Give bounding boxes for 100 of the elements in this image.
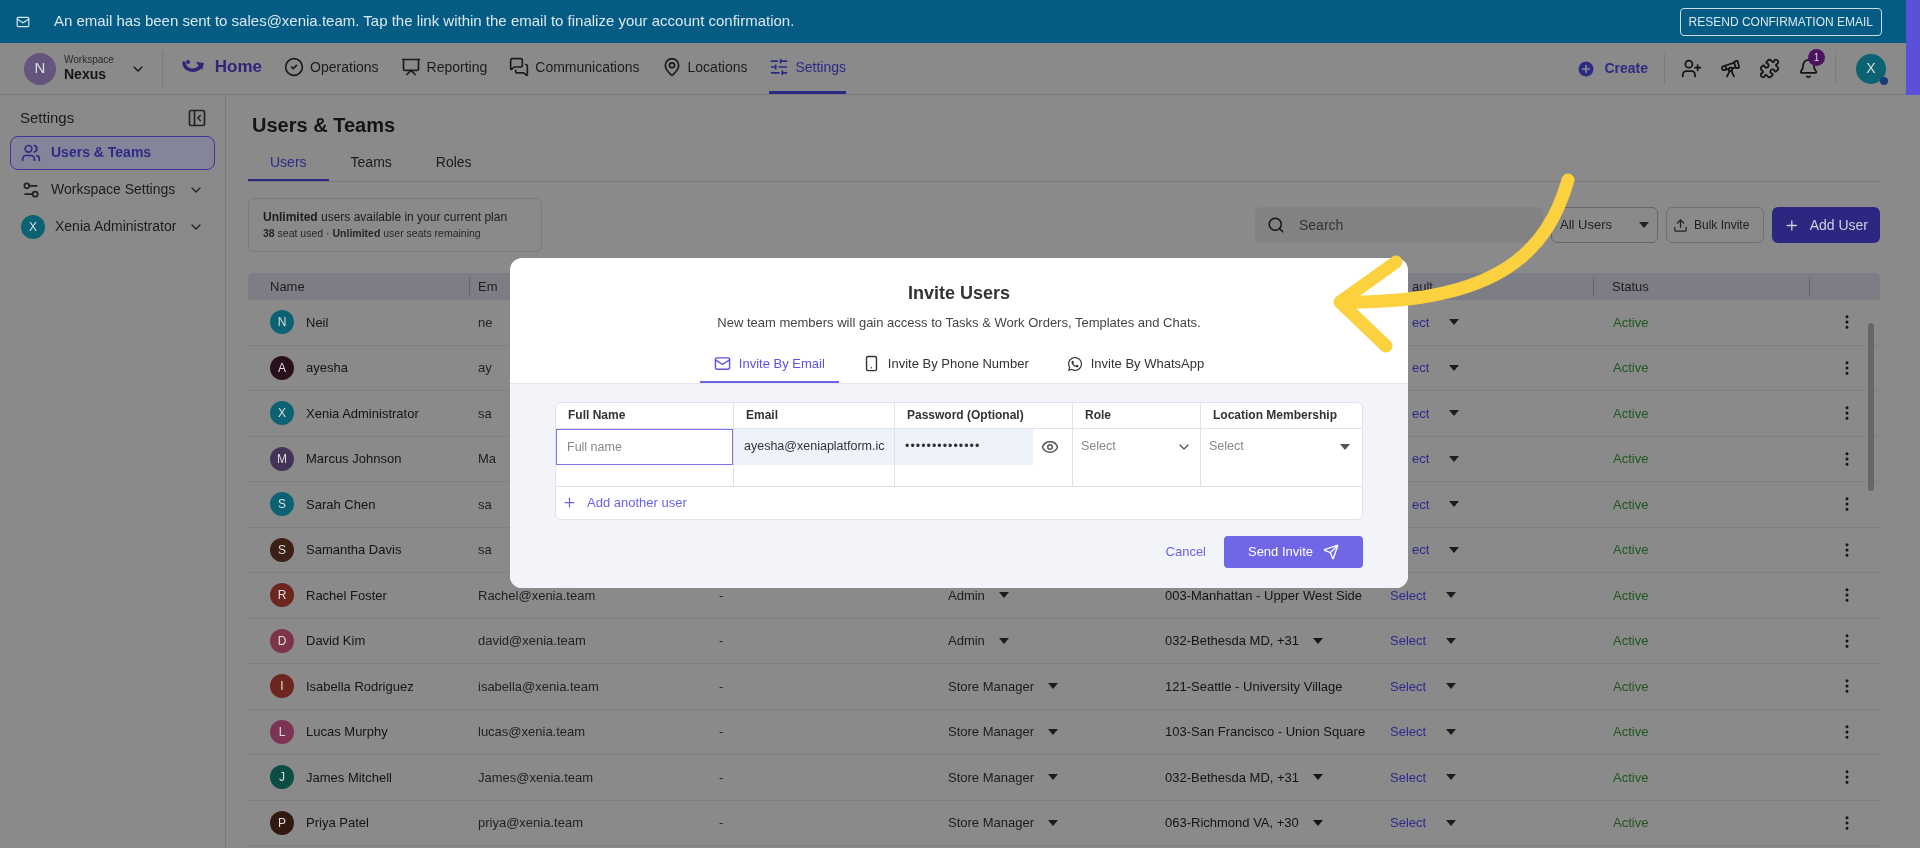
puzzle-icon[interactable] [1759, 58, 1780, 79]
user-name: Marcus Johnson [306, 450, 402, 468]
filter-dropdown[interactable]: All Users [1551, 207, 1658, 243]
user-name: ayesha [306, 359, 348, 377]
nav-link[interactable]: Home [180, 43, 263, 94]
workspace-avatar[interactable]: N [24, 52, 56, 85]
avatar: I [270, 674, 294, 699]
column-header: Full Name [556, 402, 734, 428]
caret-icon [1446, 774, 1457, 781]
table-cell-text: James@xenia.team [478, 768, 594, 787]
table-cell-text: isabella@xenia.team [478, 677, 599, 696]
nav-link[interactable]: Locations [661, 43, 748, 94]
default-location-dropdown[interactable]: ect [1412, 403, 1460, 423]
caret-icon [1446, 728, 1457, 735]
telescope-icon[interactable] [1720, 58, 1741, 79]
full-name-input[interactable]: Full name [556, 428, 733, 465]
search-field[interactable]: Search [1255, 207, 1543, 243]
role-dropdown[interactable]: Store Manager [948, 676, 1058, 696]
tab[interactable]: Teams [328, 145, 414, 181]
default-location-dropdown[interactable]: ect [1412, 540, 1460, 560]
scrollbar[interactable] [1868, 323, 1874, 491]
user-name: Sarah Chen [306, 495, 376, 514]
user-plus-icon[interactable] [1681, 58, 1702, 79]
default-location-dropdown[interactable]: ect [1412, 312, 1460, 332]
table-cell-text: 032-Bethesda MD, +31 [1165, 632, 1300, 650]
default-location-dropdown[interactable]: ect [1412, 449, 1460, 469]
avatar: X [270, 401, 294, 426]
sidebar-item[interactable]: X Xenia Administrator [10, 209, 215, 244]
caret-icon [1446, 637, 1457, 644]
caret-icon [1340, 443, 1350, 450]
role-dropdown[interactable]: Store Manager [948, 767, 1058, 787]
cancel-button[interactable]: Cancel [1163, 541, 1208, 562]
users-icon [21, 142, 41, 163]
caret-icon [1449, 364, 1460, 371]
password-input[interactable]: •••••••••••••• [895, 428, 1033, 465]
avatar: S [270, 537, 294, 562]
bulk-invite-button[interactable]: Bulk Invite [1666, 207, 1764, 243]
table-cell-text: lucas@xenia.team [478, 723, 586, 741]
send-invite-button[interactable]: Send Invite [1224, 535, 1363, 568]
tab[interactable]: Roles [413, 145, 494, 181]
default-location-dropdown[interactable]: Select [1390, 813, 1457, 833]
role-dropdown[interactable]: Store Manager [948, 722, 1058, 742]
tab[interactable]: Invite By Phone Number [848, 346, 1043, 383]
avatar: D [270, 628, 294, 653]
nav-link[interactable]: Settings [769, 43, 847, 94]
table-cell-text: - [719, 768, 724, 787]
add-another-user-link[interactable]: Add another user [556, 486, 693, 519]
sidebar-label: Users & Teams [51, 143, 152, 162]
column-header: Role [1073, 402, 1201, 428]
location-select[interactable]: Select [1201, 428, 1362, 465]
default-location-dropdown[interactable]: Select [1390, 722, 1457, 742]
nav-link[interactable]: Operations [284, 43, 379, 94]
avatar: X [21, 214, 45, 239]
default-location-dropdown[interactable]: Select [1390, 676, 1457, 696]
table-cell-text: Rachel@xenia.team [478, 586, 596, 605]
user-avatar[interactable]: X [1856, 53, 1886, 84]
status-text: Active [1613, 677, 1649, 696]
caret-icon [1048, 728, 1058, 735]
whatsapp-icon [1066, 355, 1083, 372]
email-input[interactable]: ayesha@xeniaplatform.ic [734, 428, 894, 465]
status-text: Active [1613, 404, 1649, 423]
default-location-dropdown[interactable]: Select [1390, 585, 1457, 605]
user-name: David Kim [306, 632, 366, 650]
table-cell-text: - [719, 586, 724, 605]
avatar: N [270, 310, 294, 335]
workspace-label: Workspace [64, 53, 114, 66]
user-name: Lucas Murphy [306, 723, 388, 741]
default-location-dropdown[interactable]: Select [1390, 631, 1457, 651]
nav-link[interactable]: Communications [509, 43, 640, 94]
dialog-title: Invite Users [907, 282, 1011, 305]
default-location-dropdown[interactable]: ect [1412, 358, 1460, 378]
nav-link[interactable]: Reporting [400, 43, 488, 94]
caret-icon [998, 637, 1009, 644]
default-location-dropdown[interactable]: Select [1390, 767, 1457, 787]
mail-icon [713, 355, 731, 372]
status-text: Active [1613, 586, 1649, 605]
page-title: Users & Teams [252, 113, 397, 138]
status-text: Active [1613, 541, 1649, 559]
tab[interactable]: Users [248, 145, 329, 181]
add-user-button[interactable]: Add User [1772, 207, 1880, 243]
sidebar-title: Settings [20, 108, 75, 128]
role-dropdown[interactable]: Admin [948, 631, 1009, 651]
sidebar-label: Xenia Administrator [55, 217, 177, 236]
caret-icon [1446, 592, 1457, 599]
resend-button[interactable]: RESEND CONFIRMATION EMAIL [1679, 7, 1882, 36]
avatar: J [270, 765, 294, 790]
create-button[interactable]: Create [1576, 53, 1665, 84]
sidebar-item[interactable]: Workspace Settings [10, 172, 215, 207]
table-cell-text: ay [478, 359, 492, 377]
tab[interactable]: Invite By WhatsApp [1052, 346, 1219, 383]
collapse-icon[interactable] [187, 108, 207, 129]
role-dropdown[interactable]: Admin [948, 585, 1009, 605]
sidebar-item[interactable]: Users & Teams [10, 135, 215, 170]
role-dropdown[interactable]: Store Manager [948, 813, 1058, 833]
table-cell-text: sa [478, 495, 492, 514]
column-header: Password (Optional) [895, 402, 1073, 428]
column-header: Status [1593, 276, 1810, 297]
default-location-dropdown[interactable]: ect [1412, 494, 1460, 514]
user-name: Isabella Rodriguez [306, 677, 414, 696]
role-select[interactable]: Select [1073, 428, 1200, 465]
